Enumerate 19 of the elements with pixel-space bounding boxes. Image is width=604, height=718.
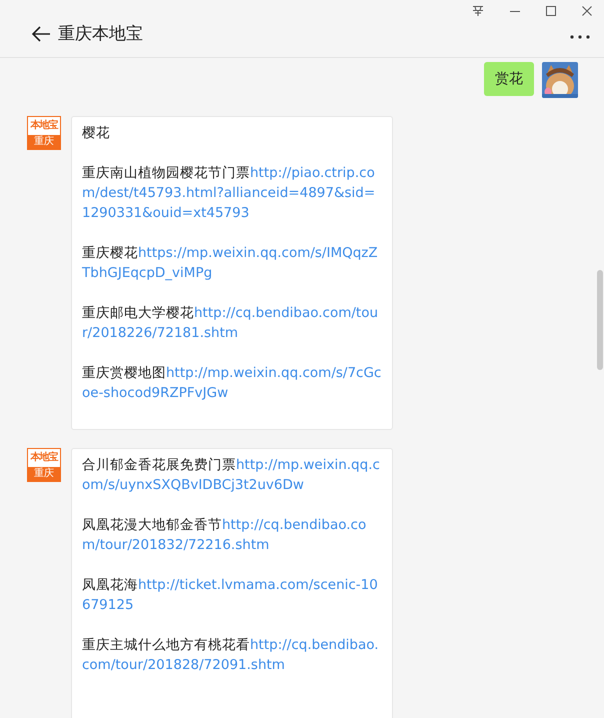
message-text: 重庆南山植物园樱花节门票http://piao.ctrip.com/dest/t45793.html?allianceid=4897&sid=1290331&ouid=xt45793 — [82, 164, 376, 223]
scrollbar[interactable] — [597, 270, 603, 370]
maximize-icon[interactable] — [546, 6, 556, 16]
sent-message-bubble: 赏花 — [484, 62, 534, 96]
logo-icon: 本地宝 重庆 — [27, 116, 61, 150]
message-text: 重庆赏樱地图http://mp.weixin.qq.com/s/7cGcoe-shocod9RZPFvJGw — [82, 364, 382, 403]
close-icon[interactable] — [582, 6, 592, 16]
pin-icon[interactable] — [472, 5, 484, 17]
message-text: 重庆主城什么地方有桃花看http://cq.bendibao.com/tour/201828/72091.shtm — [82, 636, 380, 675]
back-arrow-icon[interactable] — [32, 26, 50, 42]
chat-title: 重庆本地宝 — [58, 23, 143, 45]
message-text: 合川郁金香花展免费门票http://mp.weixin.qq.com/s/uynxSXQBvIDBCj3t2uv6Dw — [82, 456, 381, 495]
message-text: 凤凰花漫大地郁金香节http://cq.bendibao.com/tour/201832/72216.shtm — [82, 516, 368, 555]
message-text: 重庆樱花https://mp.weixin.qq.com/s/IMQqzZTbhGJEqcpD_viMPg — [82, 244, 379, 283]
message-text: 凤凰花海http://ticket.lvmama.com/scenic-10679125 — [82, 576, 379, 615]
logo-icon: 本地宝 重庆 — [27, 448, 61, 482]
more-icon[interactable] — [570, 34, 590, 38]
message-text: 樱花 — [82, 124, 111, 143]
message-text: 重庆邮电大学樱花http://cq.bendibao.com/tour/2018226/72181.shtm — [82, 304, 380, 343]
